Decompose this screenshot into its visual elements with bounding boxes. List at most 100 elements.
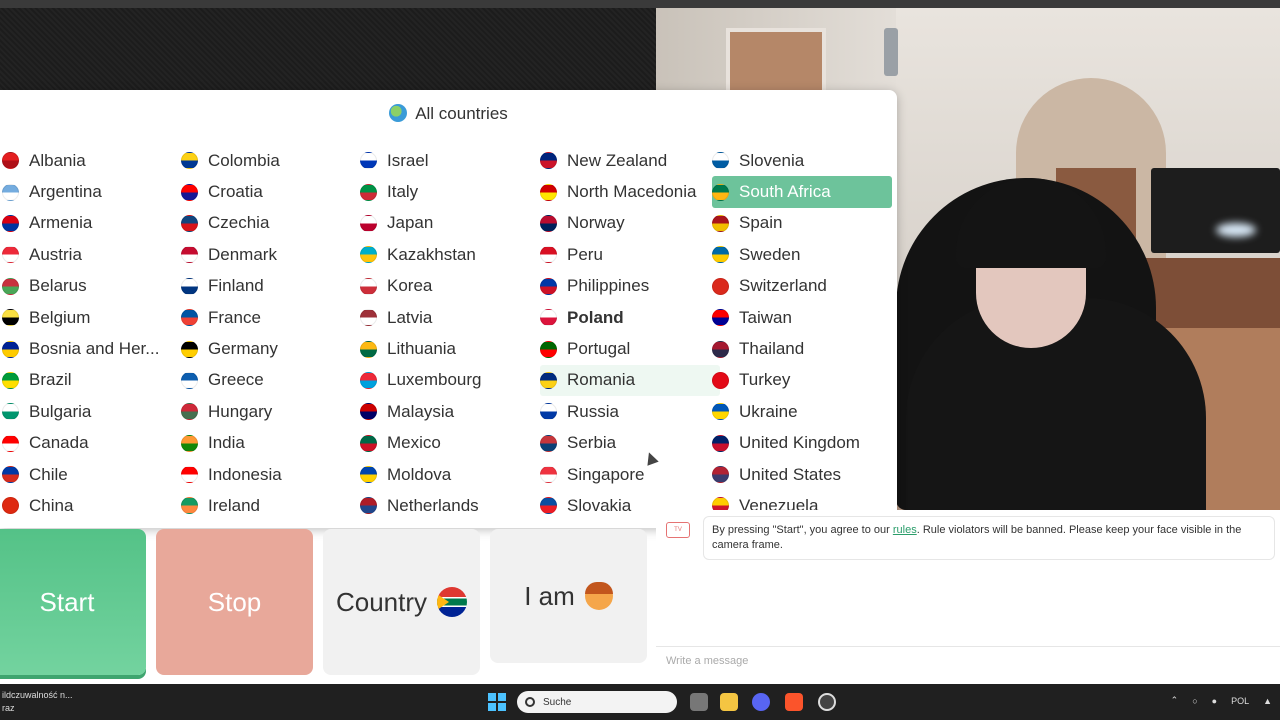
taskbar-widget[interactable]: ildczuwalność n... raz (2, 689, 73, 715)
country-option-finland[interactable]: Finland (181, 271, 361, 302)
country-option-label: Finland (208, 276, 264, 296)
discord-icon[interactable] (752, 693, 770, 711)
country-option-philippines[interactable]: Philippines (540, 271, 720, 302)
south-africa-flag-icon (712, 183, 729, 201)
country-option-singapore[interactable]: Singapore (540, 459, 720, 490)
country-option-bosnia-and-her[interactable]: Bosnia and Her... (2, 333, 182, 364)
brazil-flag-icon (2, 371, 19, 389)
screen: All countries Albania Argentina Armenia Aus… (0, 0, 1280, 720)
country-option-argentina[interactable]: Argentina (2, 176, 182, 207)
country-option-serbia[interactable]: Serbia (540, 428, 720, 459)
country-option-taiwan[interactable]: Taiwan (712, 302, 892, 333)
country-button[interactable]: Country (323, 529, 480, 675)
country-column-1: Albania Argentina Armenia Austria Belarus Bel… (2, 145, 182, 522)
country-option-romania[interactable]: Romania (540, 364, 720, 397)
country-option-bulgaria[interactable]: Bulgaria (2, 396, 182, 427)
country-option-turkey[interactable]: Turkey (712, 365, 892, 396)
stop-button[interactable]: Stop (156, 529, 313, 675)
israel-flag-icon (360, 152, 377, 170)
country-option-albania[interactable]: Albania (2, 145, 182, 176)
united-states-flag-icon (712, 466, 729, 484)
message-input[interactable]: Write a message (656, 646, 1280, 676)
country-option-india[interactable]: India (181, 428, 361, 459)
country-option-chile[interactable]: Chile (2, 459, 182, 490)
language-indicator[interactable]: POL (1231, 696, 1249, 706)
czechia-flag-icon (181, 214, 198, 232)
country-option-label: Portugal (567, 339, 631, 359)
country-option-label: Canada (29, 433, 89, 453)
country-option-armenia[interactable]: Armenia (2, 208, 182, 239)
country-option-label: Chile (29, 464, 68, 484)
brave-browser-icon[interactable] (785, 693, 803, 711)
bosnia-and-her-flag-icon (2, 340, 19, 358)
country-option-greece[interactable]: Greece (181, 365, 361, 396)
wifi-icon[interactable]: ▲ (1263, 696, 1272, 706)
country-option-canada[interactable]: Canada (2, 428, 182, 459)
country-option-label: Lithuania (387, 339, 457, 359)
country-option-peru[interactable]: Peru (540, 239, 720, 270)
country-option-north-macedonia[interactable]: North Macedonia (540, 176, 720, 207)
country-option-malaysia[interactable]: Malaysia (360, 396, 540, 427)
windows-start-icon[interactable] (488, 693, 506, 711)
country-option-south-africa[interactable]: South Africa (712, 176, 892, 208)
country-option-ukraine[interactable]: Ukraine (712, 396, 892, 427)
taskbar-search[interactable]: Suche (517, 691, 677, 713)
webcam-tv (1151, 168, 1280, 253)
start-button[interactable]: Start (0, 529, 146, 675)
country-option-croatia[interactable]: Croatia (181, 176, 361, 207)
country-option-norway[interactable]: Norway (540, 208, 720, 239)
country-option-colombia[interactable]: Colombia (181, 145, 361, 176)
gender-button[interactable]: I am (490, 529, 647, 663)
country-option-spain[interactable]: Spain (712, 208, 892, 239)
canada-flag-icon (2, 434, 19, 452)
country-option-label: Latvia (387, 307, 433, 327)
task-view-icon[interactable] (690, 693, 708, 711)
country-option-czechia[interactable]: Czechia (181, 208, 361, 239)
lithuania-flag-icon (360, 340, 377, 358)
country-option-luxembourg[interactable]: Luxembourg (360, 365, 540, 396)
rules-link[interactable]: rules (893, 524, 917, 536)
country-option-kazakhstan[interactable]: Kazakhstan (360, 239, 540, 270)
country-option-china[interactable]: China (2, 490, 182, 521)
popup-title[interactable]: All countries (0, 104, 897, 124)
country-option-ireland[interactable]: Ireland (181, 490, 361, 521)
country-option-russia[interactable]: Russia (540, 396, 720, 427)
country-option-france[interactable]: France (181, 302, 361, 333)
country-option-lithuania[interactable]: Lithuania (360, 333, 540, 364)
country-option-korea[interactable]: Korea (360, 271, 540, 302)
country-option-belgium[interactable]: Belgium (2, 302, 182, 333)
country-option-austria[interactable]: Austria (2, 239, 182, 270)
country-option-label: Korea (387, 276, 433, 296)
obs-icon[interactable] (818, 693, 836, 711)
country-option-new-zealand[interactable]: New Zealand (540, 145, 720, 176)
country-option-sweden[interactable]: Sweden (712, 239, 892, 270)
country-option-netherlands[interactable]: Netherlands (360, 490, 540, 521)
network-icon[interactable]: ○ (1192, 696, 1197, 706)
country-option-slovenia[interactable]: Slovenia (712, 145, 892, 176)
country-option-belarus[interactable]: Belarus (2, 271, 182, 302)
country-option-poland[interactable]: Poland (540, 302, 720, 333)
country-option-italy[interactable]: Italy (360, 176, 540, 207)
country-option-moldova[interactable]: Moldova (360, 459, 540, 490)
country-option-japan[interactable]: Japan (360, 208, 540, 239)
country-option-latvia[interactable]: Latvia (360, 302, 540, 333)
country-option-united-kingdom[interactable]: United Kingdom (712, 428, 892, 459)
country-option-denmark[interactable]: Denmark (181, 239, 361, 270)
chevron-up-icon[interactable]: ⌃ (1171, 695, 1179, 706)
country-option-thailand[interactable]: Thailand (712, 333, 892, 364)
country-option-mexico[interactable]: Mexico (360, 428, 540, 459)
file-explorer-icon[interactable] (720, 693, 738, 711)
country-option-germany[interactable]: Germany (181, 333, 361, 364)
country-option-switzerland[interactable]: Switzerland (712, 271, 892, 302)
hungary-flag-icon (181, 403, 198, 421)
country-option-hungary[interactable]: Hungary (181, 396, 361, 427)
country-column-5: Slovenia South Africa Spain Sweden Switzerla… (712, 145, 892, 522)
country-option-united-states[interactable]: United States (712, 459, 892, 490)
country-option-brazil[interactable]: Brazil (2, 365, 182, 396)
microphone-icon[interactable]: ● (1212, 696, 1217, 706)
country-option-israel[interactable]: Israel (360, 145, 540, 176)
country-option-label: Slovenia (739, 150, 805, 170)
country-option-indonesia[interactable]: Indonesia (181, 459, 361, 490)
country-option-portugal[interactable]: Portugal (540, 333, 720, 364)
country-column-4: New Zealand North Macedonia Norway Peru Phil… (540, 145, 720, 522)
